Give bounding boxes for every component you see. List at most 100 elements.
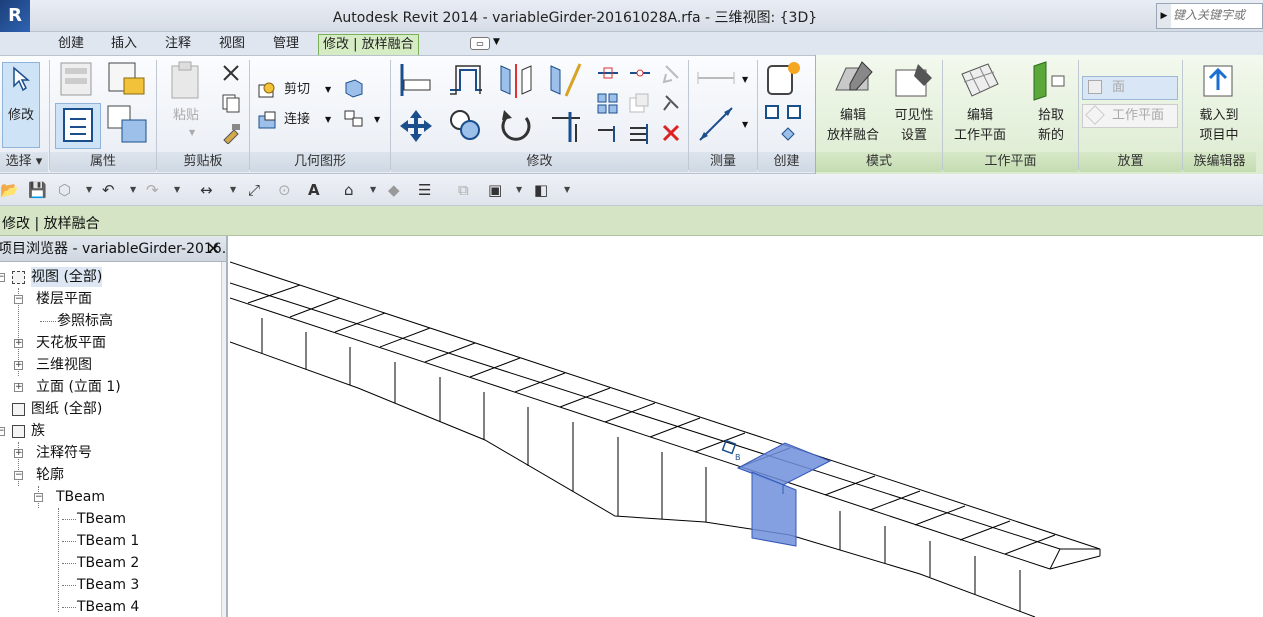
collapse-toggle[interactable]: − xyxy=(14,471,23,480)
tree-item-annotation-symbols[interactable]: 注释符号 xyxy=(36,443,92,463)
tree-item-3d-views[interactable]: 三维视图 xyxy=(36,355,92,375)
sync-dropdown-icon[interactable]: ▼ xyxy=(86,185,92,194)
scale-icon[interactable] xyxy=(628,92,652,114)
undo-icon[interactable]: ↶ xyxy=(102,181,115,199)
cut-geometry-label[interactable]: 剪切 xyxy=(284,80,310,99)
measure-between-icon[interactable] xyxy=(696,68,736,88)
wall-joins-icon[interactable] xyxy=(343,78,365,100)
create-similar-icon[interactable] xyxy=(764,60,804,98)
close-hidden-windows-icon[interactable]: ⧉ xyxy=(458,181,469,199)
tab-create[interactable]: 创建 xyxy=(54,34,88,56)
tree-item-ceiling-plans[interactable]: 天花板平面 xyxy=(36,333,106,353)
collapse-toggle[interactable]: − xyxy=(14,295,23,304)
open-icon[interactable]: 📂 xyxy=(0,181,19,199)
measure-icon[interactable]: ↔ xyxy=(200,181,213,199)
expand-toggle[interactable]: + xyxy=(14,383,23,392)
measure-dropdown-icon[interactable]: ▼ xyxy=(742,75,748,84)
switch-windows-icon[interactable]: ▣ xyxy=(488,181,502,199)
collapse-toggle[interactable]: − xyxy=(0,427,5,436)
redo-dropdown-icon[interactable]: ▼ xyxy=(174,185,180,194)
join-geometry-label[interactable]: 连接 xyxy=(284,110,310,129)
ribbon-minimize-dropdown-icon[interactable]: ▼ xyxy=(493,37,500,47)
cut-scissors-icon[interactable] xyxy=(220,62,242,84)
copy-icon[interactable] xyxy=(220,92,242,114)
cut-dropdown-icon[interactable]: ▼ xyxy=(325,85,331,94)
unpin-icon[interactable] xyxy=(660,62,684,84)
edit-work-plane-icon[interactable] xyxy=(958,60,1002,102)
tree-item-tbeam-family[interactable]: TBeam xyxy=(56,487,105,507)
search-input[interactable] xyxy=(1173,8,1263,22)
redo-icon[interactable]: ↷ xyxy=(146,181,159,199)
load-into-project-icon[interactable] xyxy=(1198,60,1242,102)
rotate-icon[interactable] xyxy=(496,106,536,146)
qat-extra-icon[interactable]: ◧ xyxy=(534,181,548,199)
ribbon-minimize-icon[interactable]: ▭ xyxy=(470,37,490,50)
tab-manage[interactable]: 管理 xyxy=(269,34,303,56)
mirror-draw-axis-icon[interactable] xyxy=(546,60,586,100)
trim-multiple-icon[interactable] xyxy=(628,122,652,144)
family-types-icon[interactable] xyxy=(106,60,148,100)
pick-new-work-plane-icon[interactable] xyxy=(1028,60,1072,102)
tab-annotate[interactable]: 注释 xyxy=(161,34,195,56)
girder-model[interactable]: B xyxy=(230,236,1263,617)
array-icon[interactable] xyxy=(596,92,620,114)
default-3d-view-icon[interactable]: ⌂ xyxy=(344,181,354,199)
paste-icon[interactable] xyxy=(168,60,204,102)
aligned-dimension-qat-icon[interactable]: ⤢ xyxy=(248,181,260,199)
tree-item-profiles[interactable]: 轮廓 xyxy=(36,465,64,485)
trim-extend-icon[interactable] xyxy=(546,106,586,146)
tree-item-tbeam-type[interactable]: TBeam xyxy=(77,509,126,529)
tree-item-views-all[interactable]: 视图 (全部) xyxy=(31,267,103,287)
section-icon[interactable]: ◆ xyxy=(388,181,400,199)
tree-item-ref-level[interactable]: 参照标高 xyxy=(57,311,113,331)
type-properties-icon[interactable] xyxy=(106,104,150,146)
mirror-pick-axis-icon[interactable] xyxy=(496,60,536,100)
selected-blend-segment[interactable] xyxy=(736,442,832,547)
text-icon[interactable]: A xyxy=(308,181,320,199)
save-icon[interactable]: 💾 xyxy=(28,181,47,199)
tree-item-floor-plans[interactable]: 楼层平面 xyxy=(36,289,92,309)
3d-view-canvas[interactable]: B xyxy=(230,236,1263,617)
panel-select[interactable]: 选择 ▾ xyxy=(0,152,48,172)
aligned-dimension-icon[interactable] xyxy=(696,104,736,144)
tree-item-tbeam-2[interactable]: TBeam 2 xyxy=(77,553,139,573)
expand-toggle[interactable]: + xyxy=(14,449,23,458)
search-expand-icon[interactable]: ▶ xyxy=(1157,4,1171,28)
measure-qat-dropdown-icon[interactable]: ▼ xyxy=(230,185,236,194)
join-dropdown-icon[interactable]: ▼ xyxy=(325,115,331,124)
pin-icon[interactable] xyxy=(660,92,684,114)
customize-qat-icon[interactable]: ▼ xyxy=(564,185,570,194)
move-icon[interactable] xyxy=(396,106,436,146)
close-icon[interactable]: ✕ xyxy=(207,236,220,261)
edit-swept-blend-icon[interactable] xyxy=(832,60,876,102)
tree-item-tbeam-3[interactable]: TBeam 3 xyxy=(77,575,139,595)
expand-toggle[interactable]: + xyxy=(14,339,23,348)
search-box[interactable]: ▶ xyxy=(1156,3,1263,29)
collapse-toggle[interactable]: − xyxy=(0,273,5,282)
visibility-settings-icon[interactable] xyxy=(892,60,936,102)
dimension-dropdown-icon[interactable]: ▼ xyxy=(742,120,748,129)
split-face-icon[interactable] xyxy=(343,108,365,130)
tree-item-sheets[interactable]: 图纸 (全部) xyxy=(31,399,102,419)
browser-scrollbar[interactable] xyxy=(221,262,226,617)
align-icon[interactable] xyxy=(396,60,436,100)
expand-toggle[interactable]: + xyxy=(14,361,23,370)
tab-modify-swept-blend[interactable]: 修改 | 放样融合 xyxy=(318,34,419,56)
thin-lines-icon[interactable]: ☰ xyxy=(418,181,431,199)
tree-item-families[interactable]: 族 xyxy=(31,421,45,441)
tree-item-tbeam-4[interactable]: TBeam 4 xyxy=(77,597,139,617)
tab-insert[interactable]: 插入 xyxy=(107,34,141,56)
geometry-dropdown-icon[interactable]: ▼ xyxy=(374,115,380,124)
copy-element-icon[interactable] xyxy=(446,106,486,146)
paste-dropdown-icon[interactable]: ▼ xyxy=(189,128,195,137)
create-group-icon[interactable] xyxy=(764,104,804,144)
match-properties-icon[interactable] xyxy=(220,122,242,144)
3d-view-dropdown-icon[interactable]: ▼ xyxy=(370,185,376,194)
collapse-toggle[interactable]: − xyxy=(34,493,43,502)
undo-dropdown-icon[interactable]: ▼ xyxy=(130,185,136,194)
switch-windows-dropdown-icon[interactable]: ▼ xyxy=(516,185,522,194)
family-category-icon[interactable] xyxy=(58,60,98,100)
tree-item-tbeam-1[interactable]: TBeam 1 xyxy=(77,531,139,551)
delete-icon[interactable] xyxy=(660,122,684,144)
tag-icon[interactable]: ⊙ xyxy=(278,181,291,199)
